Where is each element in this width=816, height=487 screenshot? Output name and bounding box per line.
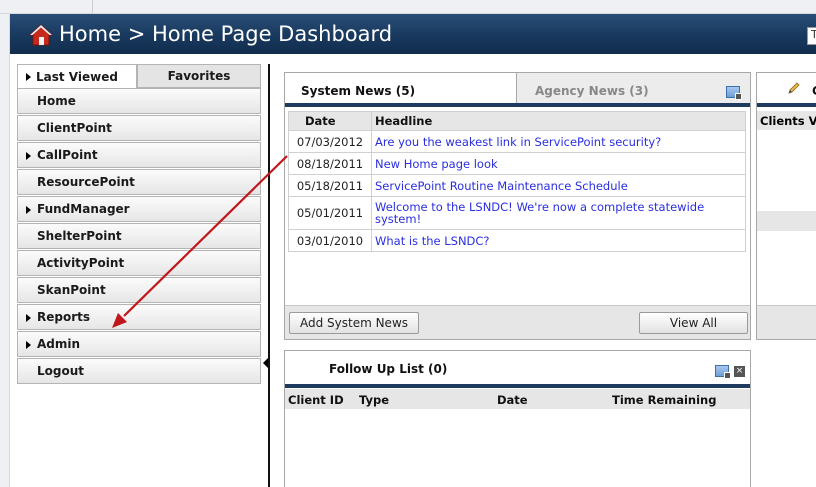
table-row: 05/18/2011 ServicePoint Routine Maintena… [288, 174, 746, 197]
follow-up-header-row: Client ID Type Date Time Remaining [285, 389, 750, 409]
news-date: 08/18/2011 [288, 152, 372, 175]
sidebar-item-label: ShelterPoint [37, 229, 122, 243]
sidebar-item-home[interactable]: Home [17, 88, 261, 114]
sidebar-item-label: Logout [37, 364, 85, 378]
tab-clients[interactable]: C [757, 73, 816, 107]
sidebar-item-label: CallPoint [37, 148, 98, 162]
view-all-button[interactable]: View All [639, 312, 748, 334]
panel-window-icon[interactable] [726, 86, 742, 100]
tab-underline [285, 103, 517, 107]
collapse-sidebar-icon[interactable] [263, 358, 268, 368]
column-header-time-remaining[interactable]: Time Remaining [612, 393, 716, 407]
sidebar-item-label: Admin [37, 337, 81, 351]
sidebar-item-activitypoint[interactable]: ActivityPoint [17, 250, 261, 276]
expand-arrow-icon [26, 206, 31, 214]
sidebar-item-callpoint[interactable]: CallPoint [17, 142, 261, 168]
tab-label: Agency News (3) [535, 84, 649, 98]
column-header-client-id[interactable]: Client ID [288, 393, 344, 407]
panel-window-icon[interactable] [715, 365, 731, 379]
sidebar-splitter[interactable] [268, 64, 270, 487]
sidebar-item-skanpoint[interactable]: SkanPoint [17, 277, 261, 303]
app-window: Home > Home Page Dashboard Ty Last Viewe… [0, 0, 816, 487]
sidebar-item-logout[interactable]: Logout [17, 358, 261, 384]
news-footer: Add System News View All [285, 305, 750, 339]
pencil-icon [788, 82, 800, 94]
follow-up-title: Follow Up List (0) [329, 362, 448, 376]
column-header-date[interactable]: Date [497, 393, 528, 407]
tab-underline [517, 103, 750, 107]
sidebar-tabs: Last Viewed Favorites [17, 64, 261, 88]
column-header-date[interactable]: Date [288, 111, 372, 131]
news-date: 03/01/2010 [288, 229, 372, 252]
sidebar-item-label: ClientPoint [37, 121, 112, 135]
sidebar-item-fundmanager[interactable]: FundManager [17, 196, 261, 222]
expand-arrow-icon [26, 152, 31, 160]
tab-last-viewed[interactable]: Last Viewed [17, 64, 137, 88]
expand-arrow-icon [26, 72, 31, 81]
search-input[interactable]: Ty [807, 27, 816, 45]
column-header-type[interactable]: Type [359, 393, 389, 407]
expand-arrow-icon [26, 341, 31, 349]
close-icon[interactable]: × [734, 366, 745, 377]
sidebar-item-label: ActivityPoint [37, 256, 125, 270]
panel-footer [757, 305, 816, 339]
news-headline-link[interactable]: Welcome to the LSNDC! We're now a comple… [371, 196, 746, 230]
news-headline-link[interactable]: New Home page look [371, 152, 746, 175]
sidebar-item-clientpoint[interactable]: ClientPoint [17, 115, 261, 141]
tab-agency-news[interactable]: Agency News (3) [517, 73, 750, 107]
news-headline-link[interactable]: What is the LSNDC? [371, 229, 746, 252]
tab-favorites[interactable]: Favorites [137, 64, 261, 88]
tab-label: Last Viewed [36, 69, 118, 84]
news-date: 07/03/2012 [288, 130, 372, 153]
news-tabs: System News (5) Agency News (3) [285, 73, 750, 107]
window-top-strip [0, 0, 816, 14]
sidebar-item-resourcepoint[interactable]: ResourcePoint [17, 169, 261, 195]
news-date: 05/01/2011 [288, 196, 372, 230]
sidebar: Last Viewed Favorites Home ClientPoint C… [17, 64, 261, 384]
table-row: 07/03/2012 Are you the weakest link in S… [288, 130, 746, 153]
tab-label: C [812, 84, 816, 98]
sidebar-item-label: FundManager [37, 202, 130, 216]
table-row: 05/01/2011 Welcome to the LSNDC! We're n… [288, 196, 746, 230]
column-header-clients[interactable]: Clients V [757, 111, 816, 130]
sidebar-item-label: SkanPoint [37, 283, 106, 297]
tab-label: System News (5) [301, 84, 416, 98]
tab-underline [757, 103, 816, 107]
news-headline-link[interactable]: ServicePoint Routine Maintenance Schedul… [371, 174, 746, 197]
news-date: 05/18/2011 [288, 174, 372, 197]
news-table: Date Headline 07/03/2012 Are you the wea… [288, 111, 746, 252]
news-headline-link[interactable]: Are you the weakest link in ServicePoint… [371, 130, 746, 153]
top-strip-divider [92, 0, 93, 14]
sidebar-item-shelterpoint[interactable]: ShelterPoint [17, 223, 261, 249]
header-bar: Home > Home Page Dashboard Ty [10, 14, 816, 54]
column-header-headline[interactable]: Headline [371, 111, 746, 131]
sidebar-item-label: Reports [37, 310, 91, 324]
table-row: 03/01/2010 What is the LSNDC? [288, 229, 746, 252]
panel-underline [285, 384, 750, 388]
sidebar-item-reports[interactable]: Reports [17, 304, 261, 330]
table-header-row: Date Headline [288, 111, 746, 131]
home-icon[interactable] [29, 24, 53, 46]
table-row: 08/18/2011 New Home page look [288, 152, 746, 175]
add-system-news-button[interactable]: Add System News [289, 312, 419, 334]
page-title: Home > Home Page Dashboard [59, 22, 393, 46]
follow-up-panel: Follow Up List (0) × Client ID Type Date… [284, 350, 751, 487]
sidebar-item-label: ResourcePoint [37, 175, 135, 189]
window-left-edge [0, 14, 10, 487]
expand-arrow-icon [26, 314, 31, 322]
system-news-panel: System News (5) Agency News (3) Date Hea… [284, 72, 751, 340]
sidebar-item-label: Home [37, 94, 76, 108]
tab-label: Favorites [167, 69, 231, 83]
tab-system-news[interactable]: System News (5) [285, 73, 517, 107]
sidebar-item-admin[interactable]: Admin [17, 331, 261, 357]
panel-band [757, 211, 816, 231]
clients-panel: C Clients V [756, 72, 816, 340]
